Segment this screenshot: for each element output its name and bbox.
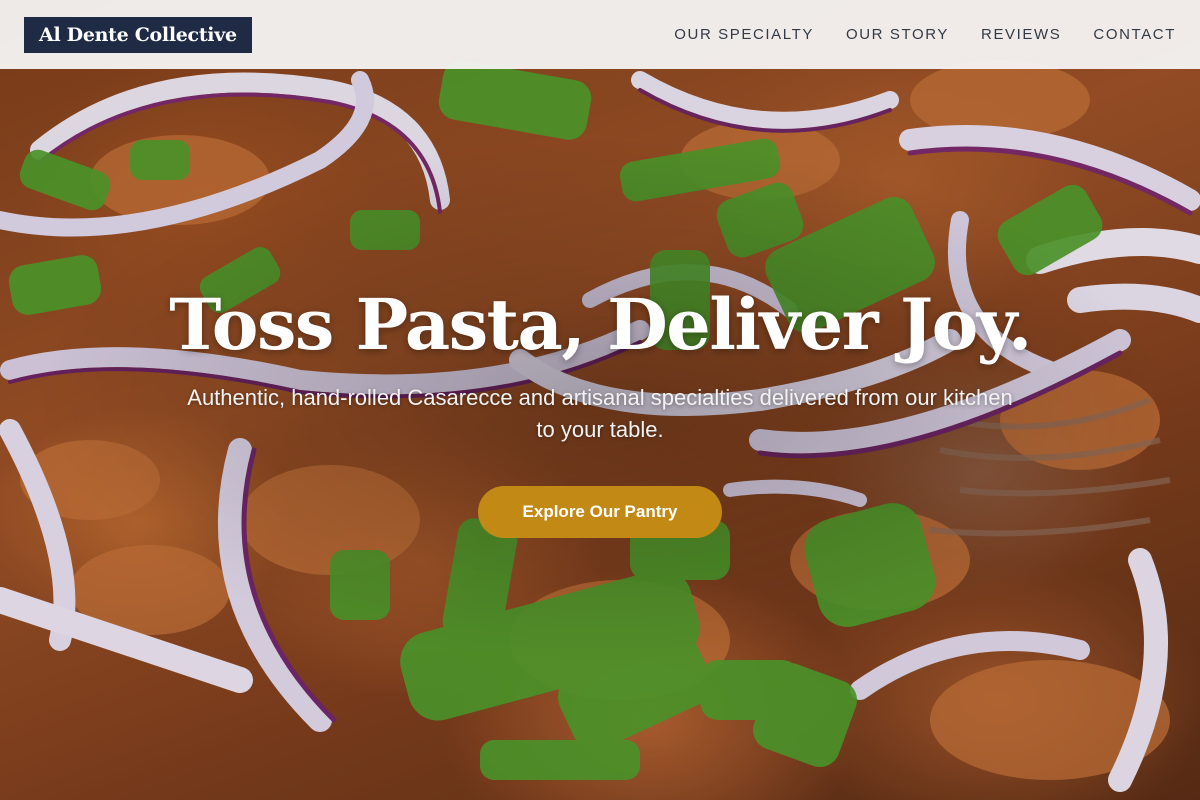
nav-link-our-story[interactable]: OUR STORY	[846, 26, 949, 43]
nav-link-contact[interactable]: CONTACT	[1093, 26, 1176, 43]
nav-link-reviews[interactable]: REVIEWS	[981, 26, 1061, 43]
hero-subtitle: Authentic, hand-rolled Casarecce and art…	[187, 385, 1013, 442]
main-nav: OUR SPECIALTY OUR STORY REVIEWS CONTACT	[674, 26, 1176, 43]
brand-logo[interactable]: Al Dente Collective	[24, 16, 252, 53]
nav-link-our-specialty[interactable]: OUR SPECIALTY	[674, 26, 814, 43]
hero-section: Toss Pasta, Deliver Joy. Authentic, hand…	[0, 280, 1200, 538]
explore-pantry-button[interactable]: Explore Our Pantry	[478, 486, 722, 538]
site-header: Al Dente Collective OUR SPECIALTY OUR ST…	[0, 0, 1200, 69]
hero-title: Toss Pasta, Deliver Joy.	[169, 283, 1032, 366]
